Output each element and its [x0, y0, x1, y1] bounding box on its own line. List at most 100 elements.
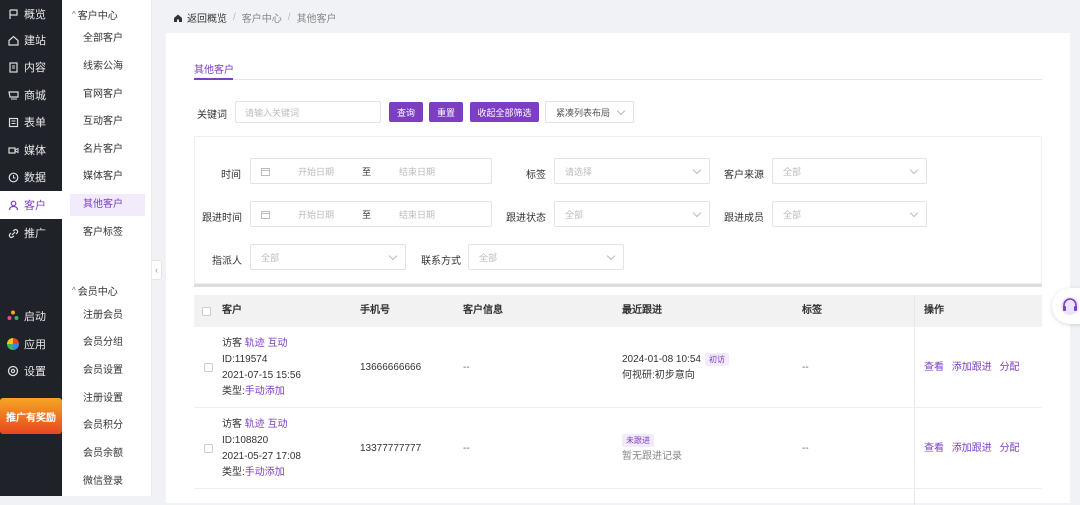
- main-card: 其他客户 关键词 请输入关键词 查询 重置 收起全部筛选 紧凑列表布局 时间 开…: [166, 33, 1070, 505]
- clock-icon: [7, 171, 19, 183]
- subnav-item[interactable]: 线索公海: [70, 56, 145, 78]
- assign-button[interactable]: 分配: [1000, 443, 1020, 454]
- reset-button[interactable]: 重置: [429, 102, 463, 122]
- nav-item-data[interactable]: 数据: [0, 163, 62, 191]
- op-cell: 查看 添加跟进 分配: [924, 360, 1020, 376]
- group-label: 客户中心: [77, 11, 118, 22]
- contact-label: 联系方式: [421, 256, 461, 267]
- tab-underline: [194, 78, 233, 80]
- track-link[interactable]: 轨迹: [245, 338, 265, 349]
- subnav-item[interactable]: 互动客户: [70, 111, 145, 133]
- assignee-select[interactable]: 全部: [250, 244, 406, 270]
- nav-item-apps[interactable]: 应用: [0, 330, 62, 358]
- nav-item-build[interactable]: 建站: [0, 26, 62, 54]
- view-button[interactable]: 查看: [924, 443, 944, 454]
- keyword-input[interactable]: 请输入关键词: [235, 101, 381, 123]
- nav-label: 商城: [24, 90, 46, 102]
- query-button[interactable]: 查询: [389, 102, 423, 122]
- subnav-item[interactable]: 注册会员: [70, 305, 145, 327]
- type-label: 类型:: [222, 467, 245, 478]
- subnav-item[interactable]: 会员分组: [70, 332, 145, 354]
- nav-item-launch[interactable]: 启动: [0, 302, 62, 330]
- select-all-checkbox[interactable]: [202, 307, 211, 316]
- source-select[interactable]: 全部: [772, 158, 927, 184]
- nav-item-customer[interactable]: 客户: [0, 191, 62, 219]
- subnav-group-member[interactable]: ^ 会员中心: [72, 283, 118, 298]
- back-link[interactable]: 返回概览: [173, 10, 227, 25]
- customer-name: 访客: [222, 338, 242, 349]
- tag-cell: --: [802, 443, 809, 454]
- nav-item-overview[interactable]: 概览: [0, 0, 62, 28]
- calendar-icon: [261, 167, 270, 176]
- horizontal-scrollbar[interactable]: [194, 284, 1042, 287]
- contact-select[interactable]: 全部: [468, 244, 624, 270]
- source-select-value: 全部: [783, 166, 802, 177]
- follow-time-picker[interactable]: 开始日期 至 结束日期: [250, 201, 492, 227]
- subnav-item[interactable]: 客户标签: [70, 222, 145, 244]
- subnav-item[interactable]: 会员积分: [70, 415, 145, 437]
- breadcrumb-item-current: 其他客户: [296, 14, 337, 25]
- sub-nav: ^ 客户中心 全部客户 线索公海 官网客户 互动客户 名片客户 媒体客户 其他客…: [62, 0, 152, 496]
- tab-other-customers[interactable]: 其他客户: [194, 61, 234, 76]
- dots-icon: [7, 310, 19, 322]
- subnav-group-customer[interactable]: ^ 客户中心: [72, 7, 118, 22]
- customer-time: 2021-07-15 15:56: [222, 370, 301, 381]
- view-button[interactable]: 查看: [924, 362, 944, 373]
- breadcrumb-item[interactable]: 客户中心: [242, 10, 282, 25]
- add-follow-button[interactable]: 添加跟进: [952, 362, 992, 373]
- nav-label: 数据: [24, 172, 46, 184]
- subnav-item[interactable]: 微信登录: [70, 471, 145, 493]
- subnav-item[interactable]: 会员设置: [70, 360, 145, 382]
- nav-item-content[interactable]: 内容: [0, 53, 62, 81]
- time-range-picker[interactable]: 开始日期 至 结束日期: [250, 158, 492, 184]
- nav-item-form[interactable]: 表单: [0, 108, 62, 136]
- interact-link[interactable]: 互动: [268, 338, 288, 349]
- layout-select[interactable]: 紧凑列表布局: [545, 101, 634, 123]
- customer-cell: 访客 轨迹 互动 ID:119574 2021-07-15 15:56 类型:手…: [222, 336, 301, 400]
- start-date: 开始日期: [298, 166, 335, 177]
- nav-item-promote[interactable]: 推广: [0, 219, 62, 247]
- assignee-label: 指派人: [212, 256, 242, 267]
- nav-item-settings[interactable]: 设置: [0, 357, 62, 385]
- follow-status-select[interactable]: 全部: [554, 201, 710, 227]
- home-icon: [7, 34, 19, 46]
- subnav-item[interactable]: 官网客户: [70, 84, 145, 106]
- nav-label: 推广: [24, 228, 46, 240]
- row-checkbox[interactable]: [204, 444, 213, 453]
- assign-button[interactable]: 分配: [1000, 362, 1020, 373]
- customer-time: 2021-05-27 17:08: [222, 451, 301, 462]
- subnav-item-active[interactable]: 其他客户: [70, 194, 145, 216]
- follow-text: 暂无跟进记录: [622, 451, 682, 462]
- subnav-item[interactable]: 名片客户: [70, 139, 145, 161]
- info-cell: --: [463, 362, 470, 373]
- cart-icon: [7, 89, 19, 101]
- col-op: 操作: [924, 305, 944, 316]
- type-value[interactable]: 手动添加: [245, 467, 285, 478]
- document-icon: [7, 61, 19, 73]
- add-follow-button[interactable]: 添加跟进: [952, 443, 992, 454]
- follow-member-select[interactable]: 全部: [772, 201, 927, 227]
- subnav-item[interactable]: 注册设置: [70, 388, 145, 410]
- end-date: 结束日期: [399, 166, 436, 177]
- track-link[interactable]: 轨迹: [245, 419, 265, 430]
- nav-item-media[interactable]: 媒体: [0, 136, 62, 164]
- interact-link[interactable]: 互动: [268, 419, 288, 430]
- row-checkbox[interactable]: [204, 363, 213, 372]
- range-separator: 至: [362, 166, 372, 177]
- col-tag: 标签: [802, 305, 822, 316]
- subnav-item[interactable]: 全部客户: [70, 28, 145, 50]
- headset-icon: [1061, 297, 1079, 315]
- nav-label: 启动: [24, 311, 46, 323]
- group-label: 会员中心: [77, 287, 118, 298]
- tag-select[interactable]: 请选择: [554, 158, 710, 184]
- nav-item-mall[interactable]: 商城: [0, 81, 62, 109]
- type-value[interactable]: 手动添加: [245, 386, 285, 397]
- customer-service-button[interactable]: [1052, 288, 1080, 324]
- start-date: 开始日期: [298, 209, 335, 220]
- collapse-sidebar-button[interactable]: ‹: [152, 260, 162, 280]
- tab-divider: [194, 79, 1042, 80]
- collapse-filters-button[interactable]: 收起全部筛选: [470, 102, 539, 122]
- subnav-item[interactable]: 会员余额: [70, 443, 145, 465]
- subnav-item[interactable]: 媒体客户: [70, 166, 145, 188]
- promo-banner[interactable]: 推广有奖励: [0, 398, 62, 434]
